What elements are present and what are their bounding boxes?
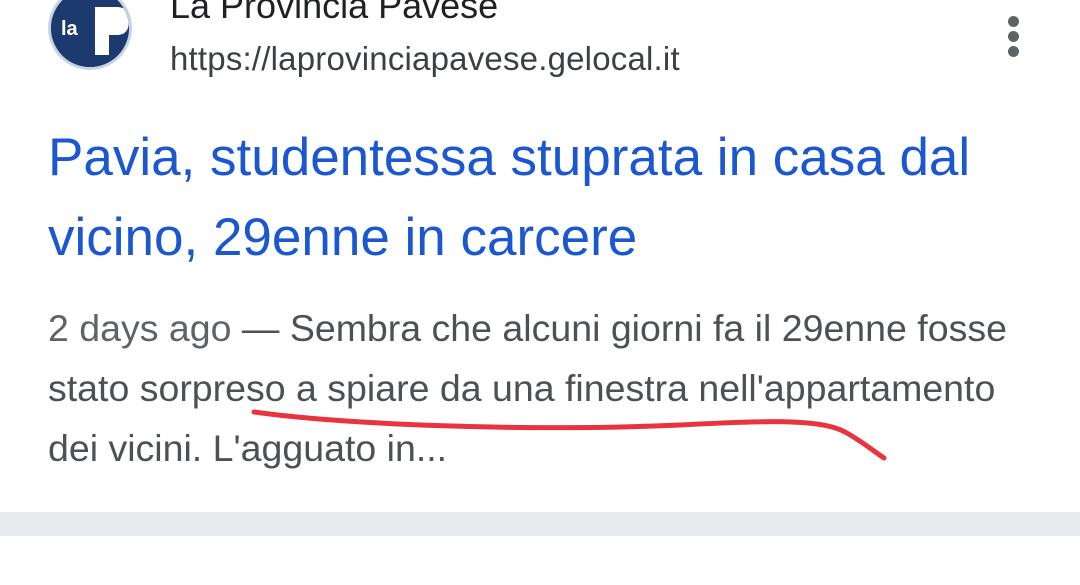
snippet-date: 2 days ago <box>48 307 232 349</box>
site-favicon-icon[interactable]: la <box>48 0 132 70</box>
result-headline-link[interactable]: Pavia, studentessa stuprata in casa dal … <box>48 118 1038 278</box>
more-vert-icon <box>1008 46 1019 57</box>
snippet-separator: — <box>231 307 290 349</box>
site-url[interactable]: https://laprovinciapavese.gelocal.it <box>170 38 680 80</box>
more-vert-icon <box>1008 31 1019 42</box>
search-result-card: la La Provincia Pavese https://laprovinc… <box>0 0 1080 512</box>
more-options-button[interactable] <box>994 12 1034 60</box>
favicon-letters: la <box>61 18 79 40</box>
site-name[interactable]: La Provincia Pavese <box>170 0 498 28</box>
more-vert-icon <box>1008 16 1019 27</box>
result-snippet: 2 days ago — Sembra che alcuni giorni fa… <box>48 298 1038 478</box>
results-divider <box>0 512 1080 536</box>
